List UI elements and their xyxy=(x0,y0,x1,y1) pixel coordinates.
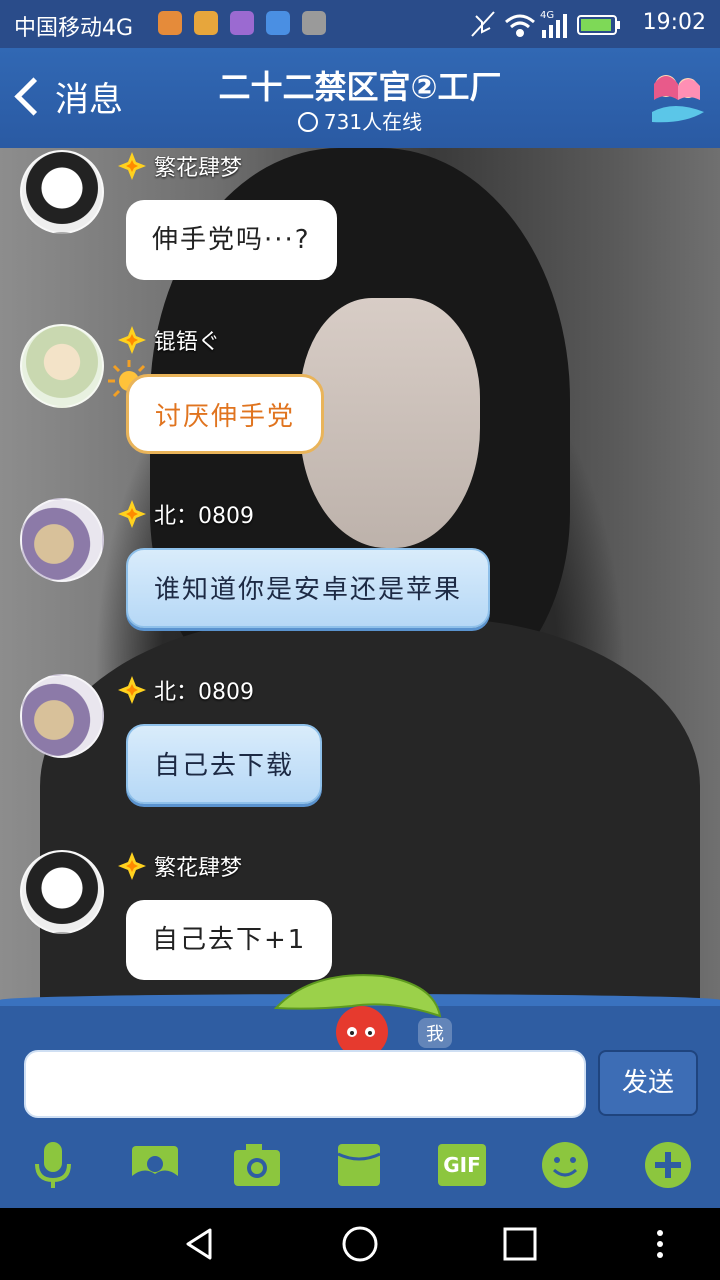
mic-icon[interactable] xyxy=(28,1140,78,1190)
wifi-icon xyxy=(505,14,535,37)
sender-name[interactable]: 北：0809 xyxy=(118,674,254,706)
online-count[interactable]: 731人在线 xyxy=(0,106,720,135)
image-icon[interactable] xyxy=(130,1140,180,1190)
avatar[interactable] xyxy=(20,850,104,934)
camera-icon[interactable] xyxy=(232,1140,282,1190)
message-bubble[interactable]: 自己去下+1 xyxy=(126,900,333,980)
vip-badge-icon xyxy=(118,326,146,354)
me-label: 我 xyxy=(418,1018,452,1048)
sender-name-text: 北：0809 xyxy=(154,504,254,529)
message-bubble[interactable]: 伸手党吗···? xyxy=(126,200,337,280)
more-options-icon[interactable] xyxy=(640,1224,680,1264)
message-bubble[interactable]: 谁知道你是安卓还是苹果 xyxy=(126,548,491,628)
notification-icon xyxy=(158,11,182,35)
notification-icon xyxy=(266,11,290,35)
sender-name[interactable]: 繁花肆梦 xyxy=(118,850,242,882)
vip-badge-icon xyxy=(118,152,146,180)
avatar[interactable] xyxy=(20,150,104,234)
mute-icon xyxy=(471,11,495,37)
notification-icon xyxy=(194,11,218,35)
back-nav-icon[interactable] xyxy=(180,1224,220,1264)
status-icons: 4G xyxy=(471,10,620,38)
sender-name-text: 锟铻ぐ xyxy=(154,330,221,355)
sender-name[interactable]: 北：0809 xyxy=(118,498,254,530)
message-input[interactable] xyxy=(24,1050,586,1118)
send-button[interactable]: 发送 xyxy=(598,1050,698,1116)
online-count-label: 731人在线 xyxy=(323,110,423,134)
background-face xyxy=(300,298,480,548)
notification-icon xyxy=(302,11,326,35)
group-profile-icon[interactable] xyxy=(644,66,710,130)
home-nav-icon[interactable] xyxy=(340,1224,380,1264)
recents-nav-icon[interactable] xyxy=(500,1224,540,1264)
sender-name-text: 繁花肆梦 xyxy=(154,156,243,181)
gif-icon[interactable]: GIF xyxy=(438,1144,486,1186)
status-bar: 中国移动4G 4G 19:02 xyxy=(0,0,720,48)
clock: 19:02 xyxy=(642,10,706,35)
chat-area[interactable]: 繁花肆梦 伸手党吗···? 锟铻ぐ 讨厌伸手党 北：0809 谁知道你是安卓还是 xyxy=(0,148,720,1008)
input-bar: 我 发送 GIF xyxy=(0,974,720,1208)
sender-name[interactable]: 繁花肆梦 xyxy=(118,150,242,182)
navigation-bar xyxy=(0,1208,720,1280)
emoji-icon[interactable] xyxy=(540,1140,590,1190)
plus-icon[interactable] xyxy=(643,1140,693,1190)
mascot-icon xyxy=(273,974,442,1052)
group-title[interactable]: 二十二禁区官②工厂 xyxy=(0,62,720,108)
sender-name-text: 繁花肆梦 xyxy=(154,856,243,881)
vip-badge-icon xyxy=(118,500,146,528)
gif-label: GIF xyxy=(443,1153,481,1177)
vip-badge-icon xyxy=(118,676,146,704)
sender-name[interactable]: 锟铻ぐ xyxy=(118,324,220,356)
network-type: 4G xyxy=(540,10,554,21)
sender-name-text: 北：0809 xyxy=(154,680,254,705)
message-bubble[interactable]: 自己去下载 xyxy=(126,724,323,804)
avatar[interactable] xyxy=(20,324,104,408)
avatar[interactable] xyxy=(20,674,104,758)
message-bubble[interactable]: 讨厌伸手党 xyxy=(126,374,325,454)
battery-icon xyxy=(577,15,620,35)
check-circle-icon xyxy=(297,112,318,132)
folder-icon[interactable] xyxy=(334,1140,384,1190)
vip-badge-icon xyxy=(118,852,146,880)
carrier-name: 中国移动4G xyxy=(14,16,134,41)
title-bar: 消息 二十二禁区官②工厂 731人在线 xyxy=(0,48,720,148)
avatar[interactable] xyxy=(20,498,104,582)
notification-icon xyxy=(230,11,254,35)
